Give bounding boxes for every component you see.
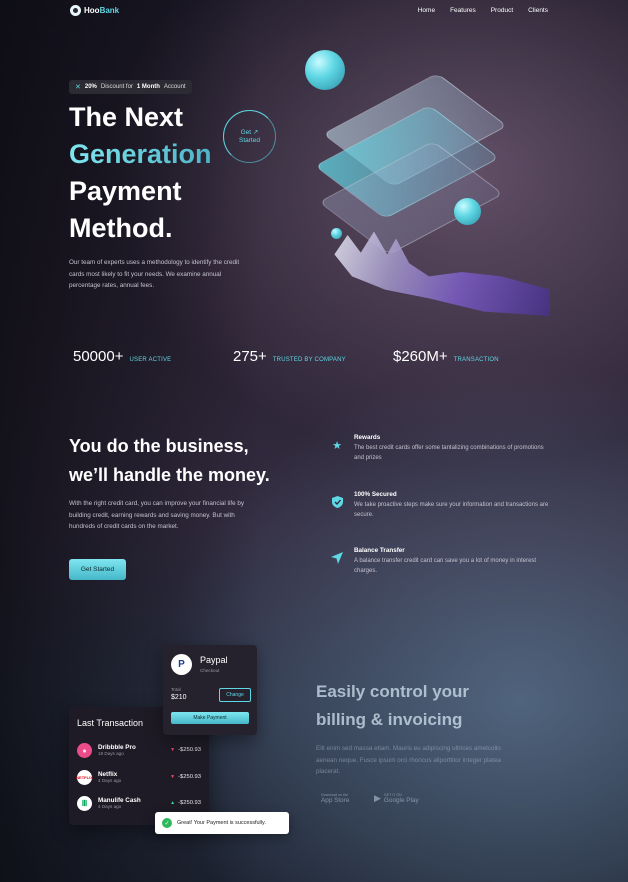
arrow-down-icon: ▼ — [170, 747, 176, 753]
logo-mark-icon — [70, 5, 81, 16]
nav-product[interactable]: Product — [491, 7, 513, 14]
manulife-icon: Ⅲ — [77, 795, 92, 811]
main-nav: Home Features Product Clients — [418, 7, 548, 14]
paypal-icon: P — [171, 654, 192, 675]
teal-sphere-small — [331, 228, 342, 239]
discount-badge: ✕ 20% Discount for 1 Month Account — [69, 80, 192, 94]
paypal-name: Paypal — [200, 655, 228, 665]
nav-features[interactable]: Features — [450, 7, 476, 14]
transaction-row[interactable]: NETFLIX Netflix 4 Days ago ▼ -$250.93 — [76, 767, 201, 787]
discount-text: Discount for — [100, 84, 133, 90]
send-icon — [330, 551, 344, 565]
stat-users: 50000+ USER ACTIVE — [73, 348, 172, 365]
make-payment-button[interactable]: Make Payment — [171, 712, 249, 724]
teal-sphere-medium — [454, 198, 481, 225]
check-icon: ✓ — [162, 818, 172, 828]
toast-message: Great! Your Payment is successfully. — [177, 820, 266, 826]
discount-tail: Account — [163, 84, 186, 90]
paypal-subtitle: Checkout — [200, 668, 220, 673]
star-icon: ★ — [332, 439, 342, 452]
discount-percent: 20% — [84, 84, 97, 90]
billing-title: Easily control your billing & invoicing — [316, 682, 470, 729]
total-value: $210 — [171, 694, 187, 701]
google-play-button[interactable]: ▶ GET IT ON Google Play — [374, 793, 419, 804]
change-button[interactable]: Change — [219, 688, 251, 702]
shield-icon — [330, 495, 344, 509]
logo[interactable]: HooBank — [70, 5, 119, 16]
payment-success-toast: ✓ Great! Your Payment is successfully. — [155, 812, 289, 834]
hero-title: The Next Generation Payment Method. — [69, 102, 212, 243]
feature-secured: 100% Secured We take proactive steps mak… — [330, 491, 550, 520]
business-description: With the right credit card, you can impr… — [69, 500, 244, 530]
glass-cards-illustration — [314, 60, 550, 260]
feature-balance-transfer: Balance Transfer A balance transfer cred… — [330, 547, 550, 576]
nav-home[interactable]: Home — [418, 7, 435, 14]
app-store-button[interactable]: Download on the App Store — [318, 793, 349, 804]
billing-description: Elit enim sed massa etiam. Mauris eu adi… — [316, 745, 501, 775]
last-transaction-title: Last Transaction — [77, 718, 144, 728]
logo-text: HooBank — [84, 6, 120, 15]
get-started-circle-button[interactable]: Get ↗ Started — [223, 110, 276, 163]
google-play-icon: ▶ — [374, 793, 381, 803]
netflix-icon: NETFLIX — [76, 769, 93, 785]
stat-companies: 275+ TRUSTED BY COMPANY — [233, 348, 346, 365]
transaction-row[interactable]: Ⅲ Manulife Cash 4 Days ago ▲ -$250.93 — [77, 793, 201, 813]
discount-icon: ✕ — [75, 84, 81, 91]
nav-clients[interactable]: Clients — [528, 7, 548, 14]
total-label: Total — [171, 687, 181, 692]
paypal-checkout-card: P Paypal Checkout Total $210 Change Make… — [163, 645, 257, 735]
arrow-down-icon: ▼ — [170, 774, 176, 780]
get-started-button[interactable]: Get Started — [69, 559, 126, 580]
hero-description: Our team of experts uses a methodology t… — [69, 259, 240, 289]
arrow-up-right-icon: ↗ — [252, 128, 259, 136]
feature-rewards: ★ Rewards The best credit cards offer so… — [330, 434, 550, 463]
discount-duration: 1 Month — [136, 84, 160, 90]
stat-transactions: $260M+ TRANSACTION — [393, 348, 499, 365]
dribbble-icon: ◍ — [77, 742, 92, 758]
transaction-row[interactable]: ◍ Dribbble Pro 18 Days ago ▼ -$250.93 — [77, 740, 201, 760]
business-title: You do the business, we’ll handle the mo… — [69, 436, 270, 485]
arrow-up-icon: ▲ — [170, 800, 176, 806]
